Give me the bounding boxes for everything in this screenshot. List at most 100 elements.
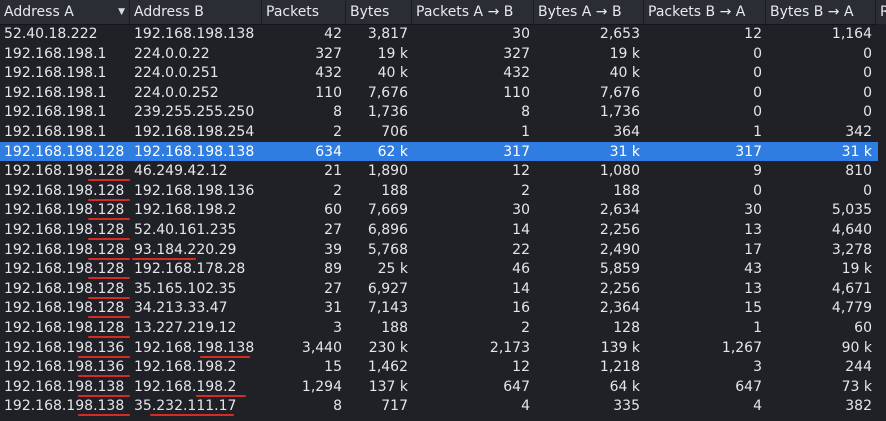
cell-packets-a-b: 2 <box>521 182 530 199</box>
cell-bytes-b-a: 60 <box>854 319 872 336</box>
column-header-packets-a-b[interactable]: Packets A → B <box>412 0 534 24</box>
table-row[interactable]: 192.168.198.128 192.168.198.136 2 188 2 188 0 0 <box>0 181 886 201</box>
cell-packets-b-a: 30 <box>744 202 762 219</box>
cell-address-a: 192.168.198.1 <box>4 84 107 101</box>
cell-address-a: 192.168.198.136 <box>4 359 125 376</box>
table-row[interactable]: 192.168.198.12813.227.219.12318821281602 <box>0 318 886 338</box>
cell-address-b: 224.0.0.252 <box>134 84 219 101</box>
cell-address-a: 192.168.198.1 <box>4 123 107 140</box>
cell-bytes: 6,896 <box>367 221 408 238</box>
column-header-label: Address A <box>4 4 74 20</box>
cell-packets: 8 <box>333 104 342 121</box>
cell-bytes-a-b: 2,490 <box>599 241 640 258</box>
table-row[interactable]: 192.168.198.136 192.168.198.2 15 1,462 12 1,2… <box>0 357 886 377</box>
cell-packets-b-a: 317 <box>735 143 762 160</box>
cell-bytes-a-b: 64 k <box>609 378 640 395</box>
cell-packets-a-b: 12 <box>512 163 530 180</box>
cell-address-b: 224.0.0.251 <box>134 65 219 82</box>
cell-bytes-b-a: 3,278 <box>831 241 872 258</box>
cell-packets: 2 <box>333 182 342 199</box>
cell-packets-b-a: 1 <box>753 123 762 140</box>
red-underline-annotation <box>88 238 130 240</box>
column-header-bytes-b-a[interactable]: Bytes B → A <box>766 0 876 24</box>
cell-bytes-b-a: 4,671 <box>831 280 872 297</box>
cell-bytes-a-b: 7,676 <box>599 84 640 101</box>
table-row[interactable]: 192.168.198.1 239.255.255.250 8 1,736 8 1,736… <box>0 102 886 122</box>
cell-bytes-a-b: 40 k <box>609 65 640 82</box>
cell-bytes: 40 k <box>377 65 408 82</box>
sort-descending-icon: ▼ <box>118 7 125 17</box>
table-row[interactable]: 192.168.198.1 224.0.0.252 110 7,676 110 7,676… <box>0 83 886 103</box>
cell-bytes-b-a: 382 <box>845 398 872 415</box>
table-row[interactable]: 192.168.198.128 192.168.198.138 634 62 k 317… <box>0 141 886 162</box>
cell-packets: 27 <box>324 221 342 238</box>
cell-bytes-a-b: 2,256 <box>599 221 640 238</box>
column-header-address-b[interactable]: Address B <box>130 0 262 24</box>
table-row[interactable]: 192.168.198.138 192.168.198.2 1,294 137 k 64… <box>0 377 886 397</box>
cell-packets: 42 <box>324 26 342 42</box>
table-row[interactable]: 52.40.18.222 192.168.198.138 42 3,817 30 2,65… <box>0 24 886 44</box>
table-row[interactable]: 192.168.198.128 46.249.42.12 21 1,890 12 1,08… <box>0 161 886 181</box>
cell-bytes: 188 <box>381 319 408 336</box>
table-row[interactable]: 192.168.198.128 35.165.102.35 27 6,927 14 2,2… <box>0 279 886 299</box>
cell-address-b: 192.168.198.136 <box>134 182 255 199</box>
column-header-address-a[interactable]: Address A ▼ <box>0 0 130 24</box>
cell-bytes-a-b: 1,080 <box>599 163 640 180</box>
column-header-packets[interactable]: Packets <box>262 0 346 24</box>
cell-packets-b-a: 0 <box>753 45 762 62</box>
table-row[interactable]: 192.168.198.128 52.40.161.235 27 6,896 14 2,2… <box>0 220 886 240</box>
cell-bytes-b-a: 342 <box>845 123 872 140</box>
cell-packets: 60 <box>324 202 342 219</box>
cell-address-a: 192.168.198.1 <box>4 45 107 62</box>
table-row[interactable]: 192.168.198.128 192.168.198.2 60 7,669 30 2,6… <box>0 200 886 220</box>
red-underline-annotation <box>88 296 130 299</box>
red-underline-annotation <box>78 355 130 358</box>
cell-packets-b-a: 9 <box>753 163 762 180</box>
column-header-bytes-a-b[interactable]: Bytes A → B <box>534 0 644 24</box>
table-body: 52.40.18.222 192.168.198.138 42 3,817 30 2,65… <box>0 24 886 416</box>
cell-packets: 3,440 <box>301 339 342 356</box>
cell-bytes-a-b: 139 k <box>600 339 640 356</box>
cell-bytes-b-a: 0 <box>863 84 872 101</box>
cell-bytes: 7,669 <box>367 202 408 219</box>
cell-bytes-b-a: 19 k <box>841 261 872 278</box>
cell-packets-b-a: 17 <box>744 241 762 258</box>
cell-packets-b-a: 1,267 <box>721 339 762 356</box>
cell-packets-a-b: 647 <box>503 378 530 395</box>
cell-address-a: 192.168.198.128 <box>4 163 125 180</box>
cell-packets: 432 <box>315 65 342 82</box>
table-row[interactable]: 192.168.198.1 192.168.198.254 2 706 1 364 1 342… <box>0 122 886 142</box>
table-row[interactable]: 192.168.198.136 192.168.198.138 3,440 230 k… <box>0 338 886 358</box>
cell-packets-a-b: 2,173 <box>489 339 530 356</box>
table-row[interactable]: 192.168.198.138 35.232.111.17 8 717 4 335 4 382… <box>0 396 886 416</box>
column-header-packets-b-a[interactable]: Packets B → A <box>644 0 766 24</box>
table-row[interactable]: 192.168.198.1 224.0.0.251 432 40 k 432 40 k 0 0 <box>0 63 886 83</box>
cell-bytes: 1,890 <box>367 163 408 180</box>
cell-packets-b-a: 13 <box>744 221 762 238</box>
cell-bytes-a-b: 128 <box>613 319 640 336</box>
table-row[interactable]: 192.168.198.128 192.168.178.28 89 25 k 46 5,8… <box>0 259 886 279</box>
cell-address-a: 52.40.18.222 <box>4 26 98 42</box>
table-row[interactable]: 192.168.198.128 34.213.33.47 31 7,143 16 2,36… <box>0 298 886 318</box>
cell-address-a: 192.168.198.1 <box>4 65 107 82</box>
cell-bytes-b-a: 31 k <box>841 143 872 160</box>
cell-packets: 21 <box>324 163 342 180</box>
cell-packets-a-b: 432 <box>503 65 530 82</box>
red-underline-annotation <box>88 198 130 201</box>
cell-bytes-a-b: 335 <box>613 398 640 415</box>
cell-address-b: 224.0.0.22 <box>134 45 210 62</box>
red-underline-annotation <box>88 257 130 260</box>
table-row[interactable]: 192.168.198.1 224.0.0.22 327 19 k 327 19 k 0 0 <box>0 44 886 64</box>
table-row[interactable]: 192.168.198.128 93.184.220.29 39 5,768 22 2,4… <box>0 240 886 260</box>
column-header-bytes[interactable]: Bytes <box>346 0 412 24</box>
cell-bytes: 25 k <box>377 261 408 278</box>
cell-bytes-b-a: 0 <box>863 104 872 121</box>
column-header-rel-start[interactable]: R <box>876 0 886 24</box>
red-underline-annotation <box>88 336 130 338</box>
cell-packets: 3 <box>333 319 342 336</box>
cell-bytes-a-b: 2,634 <box>599 202 640 219</box>
cell-address-a: 192.168.198.128 <box>4 261 125 278</box>
cell-bytes: 230 k <box>368 339 408 356</box>
cell-bytes: 6,927 <box>367 280 408 297</box>
vertical-scrollbar[interactable] <box>878 24 886 421</box>
